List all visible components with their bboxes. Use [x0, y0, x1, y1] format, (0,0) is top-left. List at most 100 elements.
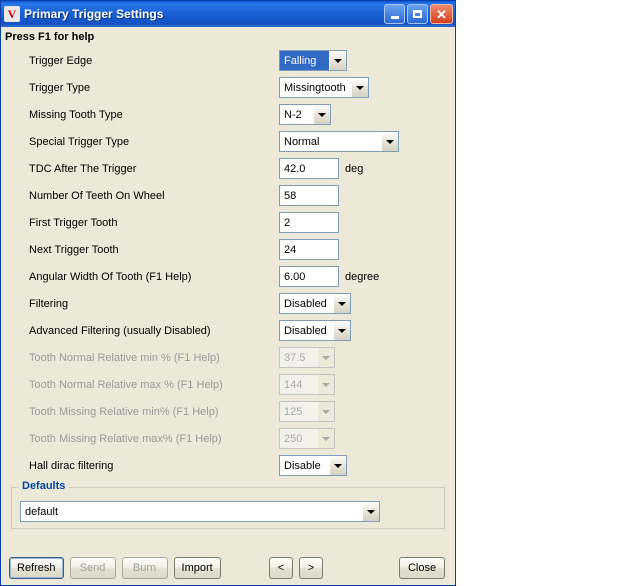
unit-angular-width: degree [345, 270, 380, 283]
title-bar[interactable]: V Primary Trigger Settings ✕ [1, 1, 455, 27]
control-tdc-after-trigger: 42.0 deg [279, 158, 363, 179]
combo-special-trigger-type[interactable]: Normal [279, 131, 399, 152]
dialog-client-area: Press F1 for help Trigger Edge Falling T… [1, 27, 455, 585]
input-next-trigger-tooth[interactable]: 24 [279, 239, 339, 260]
primary-trigger-settings-window: V Primary Trigger Settings ✕ Press F1 fo… [0, 0, 456, 586]
combo-tooth-missing-max-value: 250 [284, 432, 303, 445]
next-button[interactable]: > [299, 557, 323, 579]
combo-advanced-filtering[interactable]: Disabled [279, 320, 351, 341]
label-tdc-after-trigger: TDC After The Trigger [29, 162, 137, 175]
combo-special-trigger-type-value: Normal [284, 135, 320, 148]
screen: V Primary Trigger Settings ✕ Press F1 fo… [0, 0, 640, 586]
label-advanced-filtering: Advanced Filtering (usually Disabled) [29, 324, 211, 337]
label-tooth-missing-max: Tooth Missing Relative max% (F1 Help) [29, 432, 222, 445]
combo-tooth-missing-max: 250 [279, 428, 335, 449]
maximize-button[interactable] [407, 4, 428, 24]
field-row-tdc-after-trigger: TDC After The Trigger 42.0 deg [11, 155, 445, 182]
field-row-tooth-normal-min: Tooth Normal Relative min % (F1 Help) 37… [11, 344, 445, 371]
control-tooth-normal-max: 144 [279, 374, 335, 395]
chevron-down-icon[interactable] [329, 456, 346, 475]
field-row-trigger-edge: Trigger Edge Falling [11, 47, 445, 74]
control-trigger-type: Missingtooth [279, 77, 369, 98]
field-row-tooth-missing-max: Tooth Missing Relative max% (F1 Help) 25… [11, 425, 445, 452]
chevron-down-icon[interactable] [362, 502, 379, 521]
app-icon: V [4, 6, 20, 22]
label-first-trigger-tooth: First Trigger Tooth [29, 216, 118, 229]
field-row-next-trigger-tooth: Next Trigger Tooth 24 [11, 236, 445, 263]
burn-button: Burn [121, 557, 168, 579]
combo-tooth-missing-min: 125 [279, 401, 335, 422]
control-filtering: Disabled [279, 293, 351, 314]
field-row-hall-dirac-filtering: Hall dirac filtering Disable [11, 452, 445, 479]
label-tooth-normal-max: Tooth Normal Relative max % (F1 Help) [29, 378, 223, 391]
combo-trigger-type[interactable]: Missingtooth [279, 77, 369, 98]
combo-hall-dirac-filtering[interactable]: Disable [279, 455, 347, 476]
combo-tooth-normal-min: 37.5 [279, 347, 335, 368]
field-row-filtering: Filtering Disabled [11, 290, 445, 317]
input-first-trigger-tooth[interactable]: 2 [279, 212, 339, 233]
input-number-of-teeth[interactable]: 58 [279, 185, 339, 206]
field-row-angular-width: Angular Width Of Tooth (F1 Help) 6.00 de… [11, 263, 445, 290]
input-angular-width[interactable]: 6.00 [279, 266, 339, 287]
dialog-footer: Refresh Send Burn Import < > Close [1, 551, 455, 585]
chevron-down-icon [317, 402, 334, 421]
combo-defaults[interactable]: default [20, 501, 380, 522]
refresh-button[interactable]: Refresh [9, 557, 64, 579]
combo-tooth-normal-min-value: 37.5 [284, 351, 306, 364]
close-icon-button[interactable]: ✕ [430, 4, 453, 24]
label-tooth-missing-min: Tooth Missing Relative min% (F1 Help) [29, 405, 219, 418]
chevron-down-icon [317, 375, 334, 394]
defaults-group: Defaults default [11, 480, 445, 529]
control-trigger-edge: Falling [279, 50, 347, 71]
control-next-trigger-tooth: 24 [279, 239, 339, 260]
field-row-trigger-type: Trigger Type Missingtooth [11, 74, 445, 101]
control-tooth-missing-min: 125 [279, 401, 335, 422]
control-missing-tooth-type: N-2 [279, 104, 331, 125]
control-advanced-filtering: Disabled [279, 320, 351, 341]
label-filtering: Filtering [29, 297, 69, 310]
help-hint: Press F1 for help [5, 31, 95, 43]
field-row-tooth-normal-max: Tooth Normal Relative max % (F1 Help) 14… [11, 371, 445, 398]
field-row-special-trigger-type: Special Trigger Type Normal [11, 128, 445, 155]
control-angular-width: 6.00 degree [279, 266, 379, 287]
chevron-down-icon[interactable] [333, 321, 350, 340]
combo-tooth-normal-max: 144 [279, 374, 335, 395]
settings-form: Trigger Edge Falling Trigger Type Missin… [1, 45, 455, 479]
label-hall-dirac-filtering: Hall dirac filtering [29, 459, 114, 472]
combo-filtering[interactable]: Disabled [279, 293, 351, 314]
window-controls: ✕ [384, 4, 453, 24]
chevron-down-icon[interactable] [313, 105, 330, 124]
control-first-trigger-tooth: 2 [279, 212, 339, 233]
combo-missing-tooth-type-value: N-2 [284, 108, 302, 121]
field-row-number-of-teeth: Number Of Teeth On Wheel 58 [11, 182, 445, 209]
footer-left-buttons: Refresh Send Burn Import [9, 557, 221, 579]
combo-trigger-edge-value: Falling [280, 51, 329, 70]
label-next-trigger-tooth: Next Trigger Tooth [29, 243, 119, 256]
import-button[interactable]: Import [173, 557, 221, 579]
footer-right-buttons: Close [399, 557, 445, 579]
combo-trigger-edge[interactable]: Falling [279, 50, 347, 71]
minimize-button[interactable] [384, 4, 405, 24]
chevron-down-icon [317, 429, 334, 448]
chevron-down-icon[interactable] [381, 132, 398, 151]
field-row-first-trigger-tooth: First Trigger Tooth 2 [11, 209, 445, 236]
combo-missing-tooth-type[interactable]: N-2 [279, 104, 331, 125]
control-hall-dirac-filtering: Disable [279, 455, 347, 476]
combo-hall-dirac-filtering-value: Disable [284, 459, 321, 472]
combo-defaults-value: default [25, 505, 59, 518]
previous-button[interactable]: < [269, 557, 293, 579]
combo-tooth-missing-min-value: 125 [284, 405, 303, 418]
close-button[interactable]: Close [399, 557, 445, 579]
combo-trigger-type-value: Missingtooth [284, 81, 346, 94]
window-title: Primary Trigger Settings [24, 7, 164, 21]
send-button: Send [69, 557, 116, 579]
chevron-down-icon[interactable] [329, 51, 346, 70]
label-trigger-edge: Trigger Edge [29, 54, 93, 67]
label-special-trigger-type: Special Trigger Type [29, 135, 130, 148]
combo-advanced-filtering-value: Disabled [284, 324, 327, 337]
chevron-down-icon[interactable] [333, 294, 350, 313]
chevron-down-icon [317, 348, 334, 367]
chevron-down-icon[interactable] [351, 78, 368, 97]
input-tdc-after-trigger[interactable]: 42.0 [279, 158, 339, 179]
footer-nav-buttons: < > [269, 557, 323, 579]
